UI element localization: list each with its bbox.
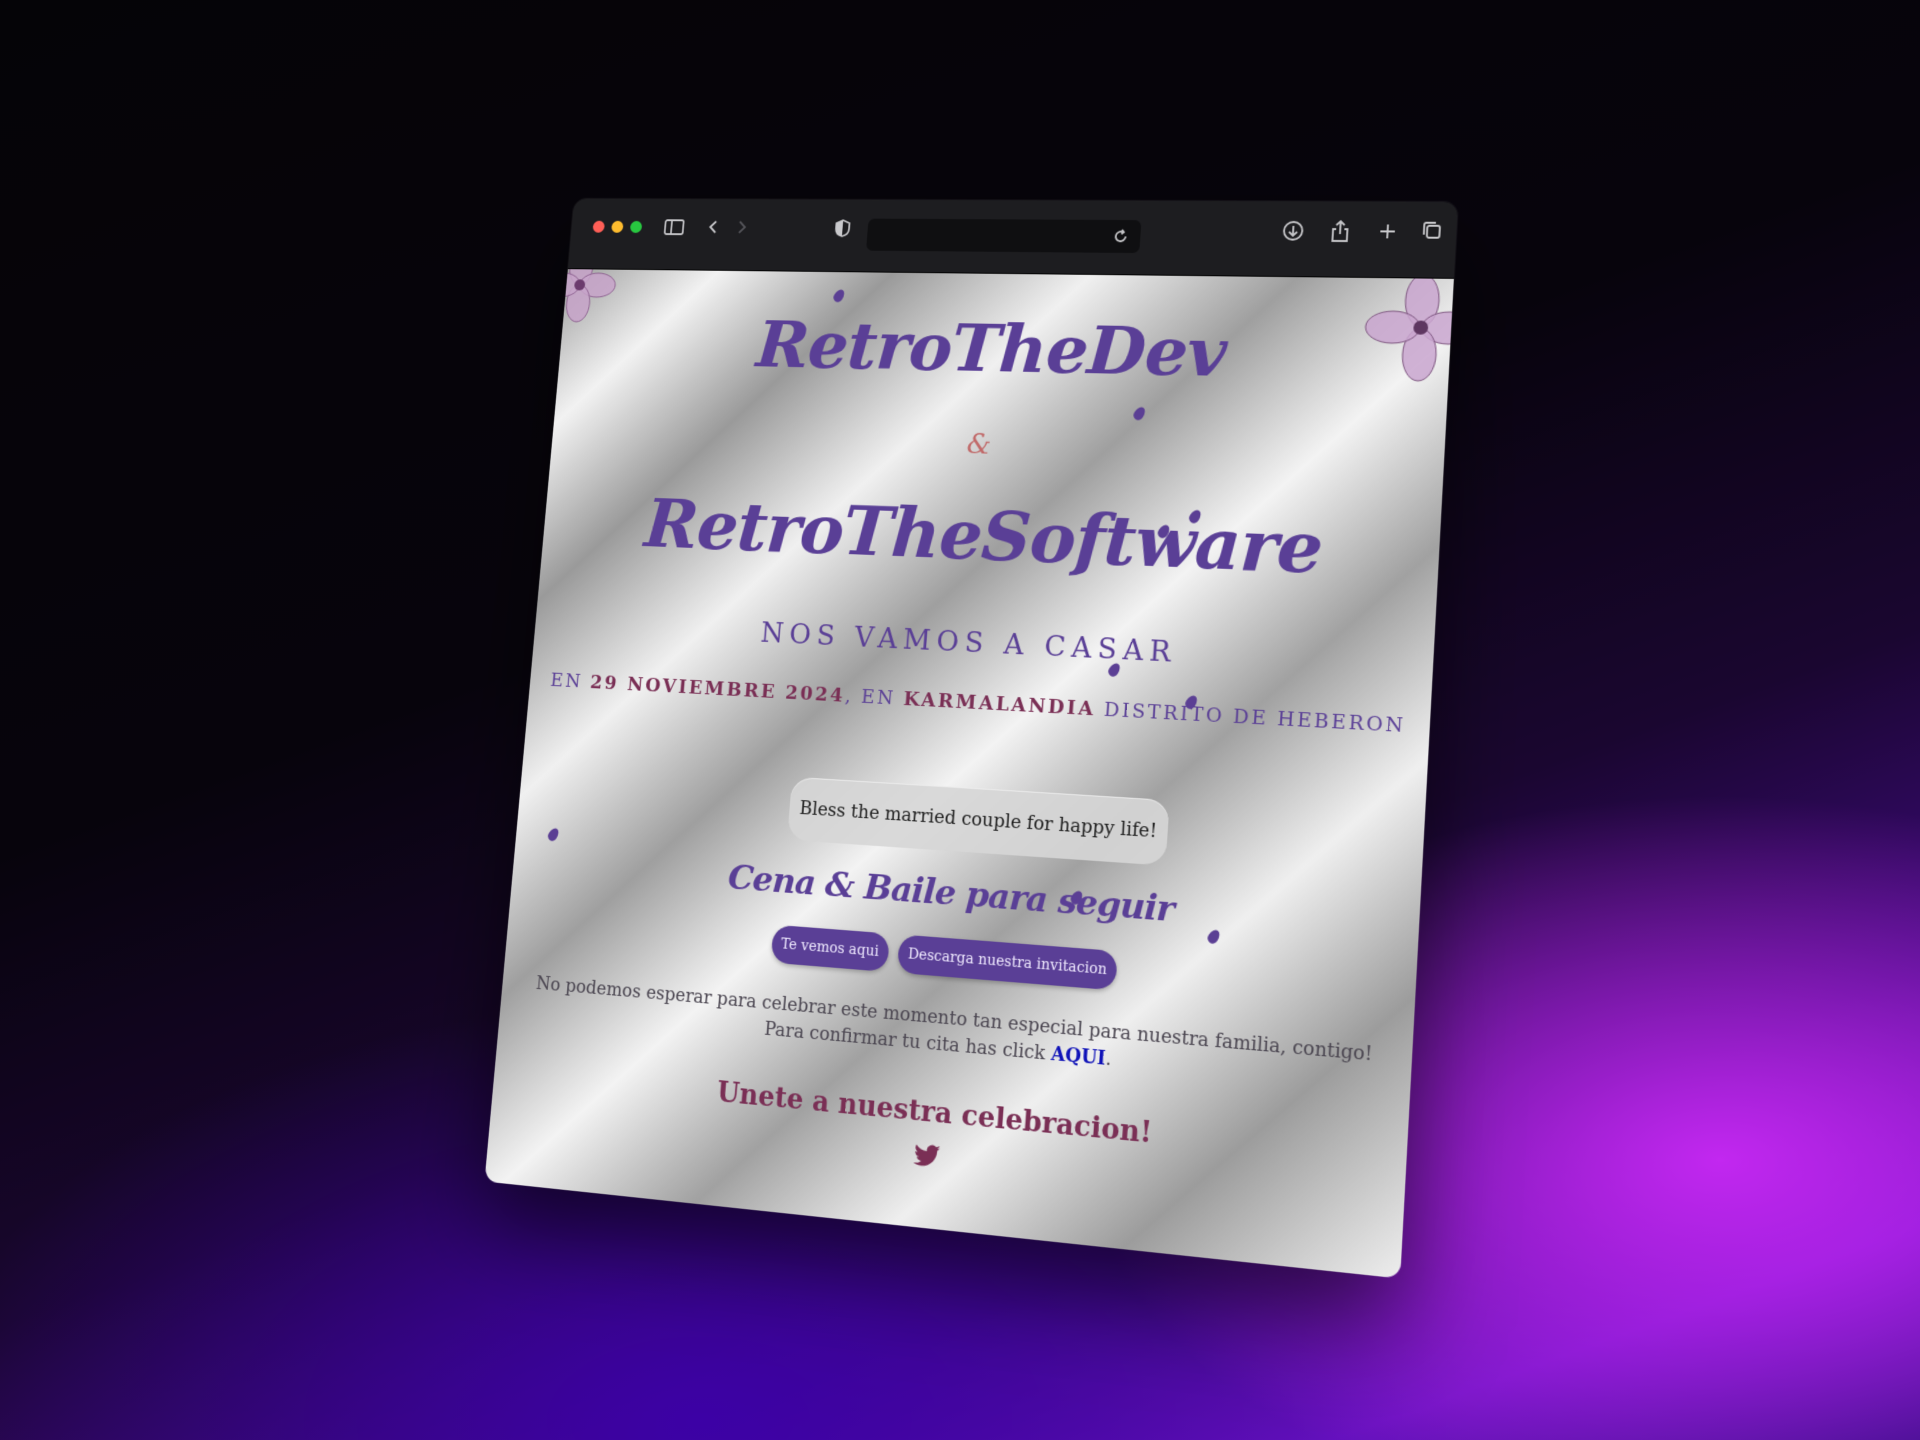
bless-message: Bless the married couple for happy life! bbox=[787, 776, 1170, 866]
download-invitation-button[interactable]: Descarga nuestra invitacion bbox=[896, 934, 1119, 991]
zoom-window-button[interactable] bbox=[629, 220, 643, 233]
browser-toolbar bbox=[567, 198, 1458, 279]
download-icon[interactable] bbox=[1280, 217, 1306, 245]
falling-petal bbox=[546, 826, 561, 843]
confirm-suffix: . bbox=[1104, 1048, 1113, 1071]
event-place: KARMALANDIA bbox=[902, 688, 1097, 721]
chevron-left-icon[interactable] bbox=[703, 214, 723, 240]
twitter-bird-icon[interactable] bbox=[912, 1143, 942, 1170]
address-bar[interactable] bbox=[866, 218, 1142, 254]
details-middle: , EN bbox=[844, 685, 905, 710]
partner-two-name: RetroTheSoftware bbox=[641, 483, 1325, 590]
event-date: 29 NOVIEMBRE 2024 bbox=[589, 671, 846, 707]
minimize-window-button[interactable] bbox=[611, 220, 624, 233]
confirm-link[interactable]: AQUI bbox=[1050, 1043, 1106, 1070]
details-suffix: DISTRITO DE HEBERON bbox=[1094, 698, 1407, 738]
share-icon[interactable] bbox=[1327, 217, 1353, 245]
ampersand: & bbox=[965, 427, 993, 461]
chevron-right-icon[interactable] bbox=[732, 214, 752, 240]
plus-icon[interactable] bbox=[1374, 217, 1400, 245]
shield-icon[interactable] bbox=[831, 215, 854, 241]
reload-icon[interactable] bbox=[1110, 227, 1131, 246]
event-details: EN 29 NOVIEMBRE 2024, EN KARMALANDIA DIS… bbox=[529, 669, 1430, 739]
browser-window: RetroTheDev & RetroTheSoftware NOS VAMOS… bbox=[484, 198, 1458, 1279]
falling-petal bbox=[831, 287, 847, 304]
falling-petal bbox=[1131, 405, 1148, 422]
tabs-overview-icon[interactable] bbox=[1418, 218, 1445, 246]
invitation-page: RetroTheDev & RetroTheSoftware NOS VAMOS… bbox=[484, 269, 1454, 1279]
headline: NOS VAMOS A CASAR bbox=[759, 616, 1178, 669]
background-stage: RetroTheDev & RetroTheSoftware NOS VAMOS… bbox=[0, 0, 1920, 1440]
close-window-button[interactable] bbox=[592, 220, 606, 233]
sidebar-icon[interactable] bbox=[661, 214, 687, 240]
details-prefix: EN bbox=[549, 669, 592, 693]
see-you-button[interactable]: Te vemos aqui bbox=[770, 924, 890, 972]
partner-one-name: RetroTheDev bbox=[753, 306, 1229, 393]
